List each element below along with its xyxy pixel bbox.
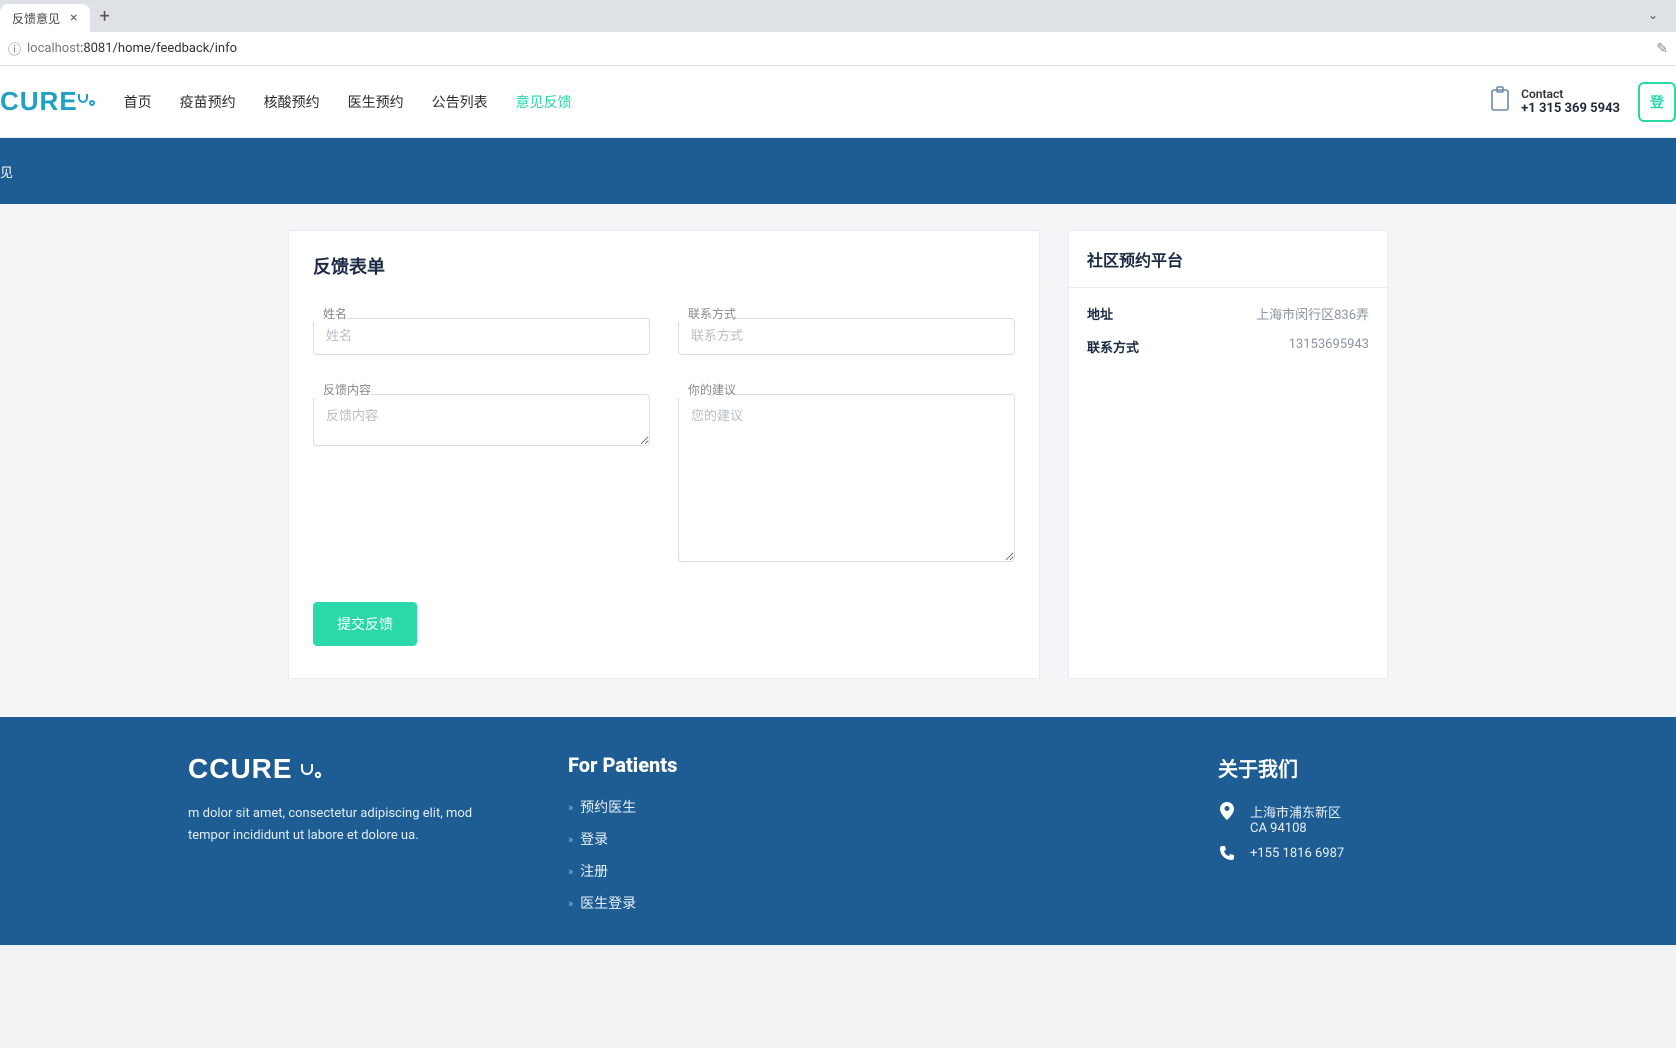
footer-logo-text: CCURE	[188, 753, 293, 784]
nav-announcement[interactable]: 公告列表	[432, 92, 488, 112]
chevron-right-icon: »	[568, 865, 570, 878]
footer-address-line1: 上海市浦东新区	[1250, 802, 1341, 821]
link-label: 医生登录	[580, 893, 636, 913]
contact-input[interactable]	[678, 318, 1015, 355]
top-nav: CURE 首页 疫苗预约 核酸预约 医生预约 公告列表 意见反馈 Contact…	[0, 66, 1676, 138]
chevron-right-icon: »	[568, 801, 570, 814]
footer-link-login[interactable]: » 登录	[568, 829, 948, 849]
side-key: 联系方式	[1087, 337, 1139, 356]
suggest-label: 你的建议	[678, 381, 736, 398]
feedback-form-card: 反馈表单 姓名 联系方式 反馈内容 你的建议	[288, 230, 1040, 679]
nav-doctor[interactable]: 医生预约	[348, 92, 404, 112]
footer-patients-title: For Patients	[568, 753, 948, 777]
browser-tab-strip: 反馈意见 × + ⌄	[0, 0, 1676, 32]
nav-vaccine[interactable]: 疫苗预约	[180, 92, 236, 112]
login-button[interactable]: 登	[1638, 82, 1676, 122]
chevron-right-icon: »	[568, 897, 570, 910]
clipboard-icon	[1489, 86, 1511, 118]
form-title: 反馈表单	[313, 253, 1015, 279]
nav-home[interactable]: 首页	[124, 92, 152, 112]
logo-text: CURE	[0, 86, 78, 117]
nav-feedback[interactable]: 意见反馈	[516, 92, 572, 112]
content-label: 反馈内容	[313, 381, 371, 398]
side-row-contact: 联系方式 13153695943	[1087, 337, 1369, 356]
close-icon[interactable]: ×	[70, 10, 77, 26]
addr-action-icon[interactable]: ✎	[1656, 41, 1668, 57]
contact-number: +1 315 369 5943	[1521, 101, 1620, 116]
url-path: :8081/home/feedback/info	[80, 41, 237, 56]
contact-label: Contact	[1521, 87, 1620, 101]
footer-link-register[interactable]: » 注册	[568, 861, 948, 881]
name-input[interactable]	[313, 318, 650, 355]
site-logo[interactable]: CURE	[0, 86, 96, 117]
side-title: 社区预约平台	[1069, 231, 1387, 288]
link-label: 登录	[580, 829, 608, 849]
footer-description: m dolor sit amet, consectetur adipiscing…	[188, 803, 508, 847]
side-key: 地址	[1087, 304, 1113, 323]
side-row-address: 地址 上海市闵行区836弄	[1087, 304, 1369, 323]
contact-block: Contact +1 315 369 5943	[1489, 86, 1620, 118]
footer-address-line2: CA 94108	[1250, 821, 1341, 836]
footer-link-book-doctor[interactable]: » 预约医生	[568, 797, 948, 817]
breadcrumb-fragment: 见	[0, 162, 13, 181]
content-textarea[interactable]	[313, 394, 650, 446]
footer: CCURE m dolor sit amet, consectetur adip…	[0, 717, 1676, 945]
side-value: 13153695943	[1289, 337, 1369, 356]
submit-button[interactable]: 提交反馈	[313, 602, 417, 646]
chevron-right-icon: »	[568, 833, 570, 846]
footer-address-row: 上海市浦东新区 CA 94108	[1218, 802, 1478, 836]
browser-tab[interactable]: 反馈意见 ×	[0, 4, 90, 32]
footer-patients-list: » 预约医生 » 登录 » 注册 » 医生登录	[568, 797, 948, 913]
url-host: localhost	[27, 41, 80, 56]
footer-phone: +155 1816 6987	[1250, 846, 1344, 861]
footer-logo: CCURE	[188, 753, 508, 785]
address-bar[interactable]: ⓘ localhost:8081/home/feedback/info ✎	[0, 32, 1676, 66]
name-label: 姓名	[313, 305, 347, 322]
stethoscope-icon	[78, 93, 96, 110]
link-label: 注册	[580, 861, 608, 881]
page-banner: 见	[0, 138, 1676, 204]
side-value: 上海市闵行区836弄	[1256, 304, 1369, 323]
tabs-dropdown-icon[interactable]: ⌄	[1648, 8, 1658, 22]
suggest-textarea[interactable]	[678, 394, 1015, 562]
link-label: 预约医生	[580, 797, 636, 817]
site-info-icon[interactable]: ⓘ	[8, 39, 21, 58]
nav-nucleic[interactable]: 核酸预约	[264, 92, 320, 112]
footer-phone-row: +155 1816 6987	[1218, 846, 1478, 864]
location-icon	[1218, 802, 1236, 824]
main-content: 反馈表单 姓名 联系方式 反馈内容 你的建议	[0, 204, 1676, 717]
platform-info-card: 社区预约平台 地址 上海市闵行区836弄 联系方式 13153695943	[1068, 230, 1388, 679]
contact-field-label: 联系方式	[678, 305, 736, 322]
phone-icon	[1218, 846, 1236, 864]
footer-link-doctor-login[interactable]: » 医生登录	[568, 893, 948, 913]
tab-title: 反馈意见	[12, 10, 60, 27]
main-nav: 首页 疫苗预约 核酸预约 医生预约 公告列表 意见反馈	[124, 92, 572, 112]
new-tab-button[interactable]: +	[100, 6, 110, 27]
footer-about-title: 关于我们	[1218, 753, 1478, 782]
